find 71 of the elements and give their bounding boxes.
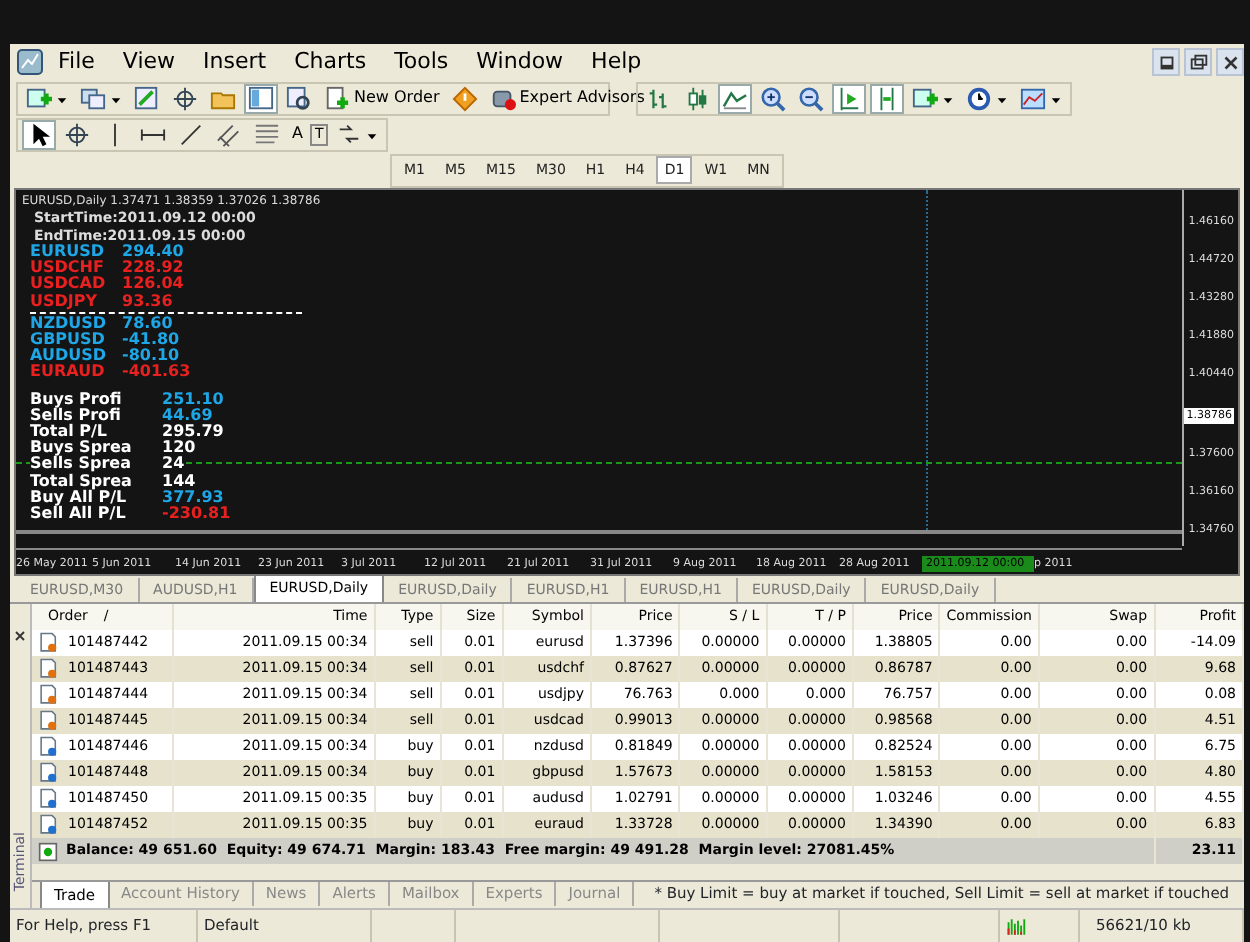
restore-icon (1187, 51, 1209, 73)
crosshair-icon (64, 121, 90, 147)
pencil-chart-icon (134, 85, 160, 111)
menu-item[interactable]: Tools (380, 45, 463, 79)
trend-line-icon (178, 121, 204, 147)
magnifier-chart-button[interactable] (282, 83, 316, 113)
account-icon (38, 841, 58, 861)
zoom-in-button[interactable] (756, 83, 790, 113)
crosshair-button[interactable] (60, 119, 94, 149)
channel-icon (216, 121, 242, 147)
pair-profit: 126.04 (122, 276, 184, 294)
windows-button[interactable] (76, 83, 126, 113)
stat-value: 377.93 (162, 489, 224, 507)
expert-advisors-button[interactable]: Expert Advisors (485, 83, 649, 113)
menu-item[interactable]: Charts (280, 45, 381, 79)
stat-value: 120 (162, 440, 196, 457)
clock-button[interactable] (962, 83, 1012, 113)
text-tool-button[interactable]: A (288, 119, 307, 149)
menu-item[interactable]: File (44, 45, 109, 79)
crosshair-button[interactable] (168, 83, 202, 113)
line-chart-button[interactable] (718, 83, 752, 113)
crosshair-icon (172, 85, 198, 111)
traffic-bars-icon (1006, 915, 1030, 937)
minimize-button[interactable] (1152, 48, 1180, 76)
chart-plus-button[interactable] (22, 83, 72, 113)
zoom-out-icon (798, 85, 824, 111)
app-logo-icon (16, 48, 44, 76)
stat-value: 144 (162, 473, 196, 490)
stat-value: 24 (162, 456, 185, 474)
diamond-icon (451, 85, 478, 111)
autoscroll-icon (836, 85, 862, 111)
magnifier-chart-icon (286, 85, 312, 111)
chart-shift-button[interactable] (870, 83, 904, 113)
document-plus-icon (324, 85, 350, 111)
pair-profit: -401.63 (122, 364, 191, 382)
close-button[interactable] (1216, 48, 1244, 76)
chart-plus-icon (26, 85, 52, 111)
stat-value: -230.81 (162, 506, 231, 523)
close-icon (1219, 51, 1241, 73)
menu-item[interactable]: Insert (189, 45, 281, 79)
pair-profit: -41.80 (122, 332, 180, 349)
zoom-out-button[interactable] (794, 83, 828, 113)
stat-label: Sells Sprea (30, 456, 162, 474)
windows-icon (80, 85, 106, 111)
clock-icon (966, 85, 992, 111)
pair-profit: 78.60 (122, 315, 173, 333)
menu-item[interactable]: Window (462, 45, 578, 79)
stat-value: 295.79 (162, 424, 224, 441)
diamond-button[interactable] (447, 83, 482, 113)
arrows-icon (335, 121, 362, 147)
restore-button[interactable] (1184, 48, 1212, 76)
zoom-in-icon (760, 85, 786, 111)
template-icon (1020, 85, 1046, 111)
panel-button[interactable] (244, 83, 278, 113)
pair-profit: 228.92 (122, 260, 184, 277)
menu-item[interactable]: View (108, 45, 190, 79)
candlestick-icon (684, 85, 710, 111)
pair-profit: 294.40 (122, 244, 184, 261)
autoscroll-button[interactable] (832, 83, 866, 113)
bar-chart-icon (646, 85, 672, 111)
close-icon (12, 627, 28, 644)
menu-item[interactable]: Help (577, 45, 656, 79)
minimize-icon (1155, 51, 1177, 73)
stat-value: 251.10 (162, 391, 224, 408)
new-order-button[interactable]: New Order (320, 83, 444, 113)
chart-plus-icon (912, 85, 938, 111)
template-button[interactable] (1016, 83, 1066, 113)
panel-icon (248, 85, 274, 111)
pair-profit: -80.10 (122, 348, 180, 365)
chart-plus-button[interactable] (908, 83, 958, 113)
cursor-button[interactable] (22, 119, 56, 149)
